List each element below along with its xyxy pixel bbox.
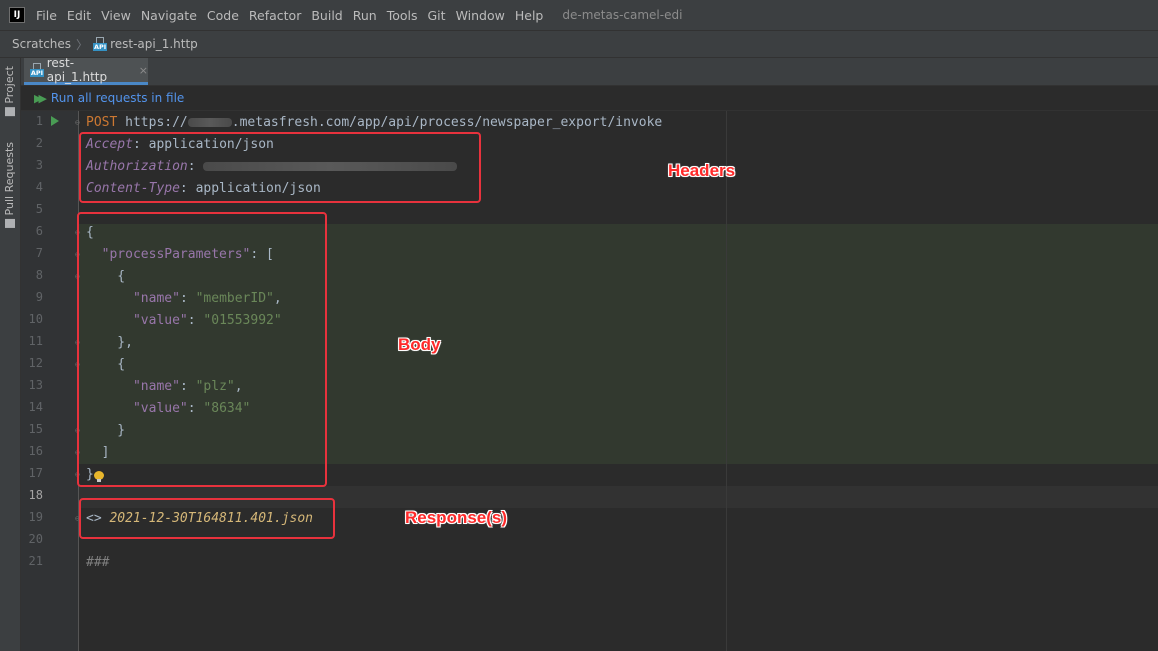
line-number: 16 bbox=[28, 444, 43, 458]
menu-git[interactable]: Git bbox=[423, 8, 451, 23]
project-tool-tab[interactable]: Project bbox=[3, 66, 16, 122]
close-icon[interactable]: × bbox=[139, 64, 148, 77]
blurred-host bbox=[187, 118, 232, 127]
line-number: 13 bbox=[28, 378, 43, 392]
menu-run[interactable]: Run bbox=[348, 8, 382, 23]
headers-annotation-label: Headers bbox=[668, 161, 736, 180]
breadcrumb: Scratches 〉 API rest-api_1.http bbox=[0, 30, 1158, 58]
folder-icon bbox=[5, 107, 15, 117]
line-number: 17 bbox=[28, 466, 43, 480]
request-line[interactable]: POST https:// .metasfresh.com/app/api/pro… bbox=[86, 112, 662, 134]
http-api-file-icon: API bbox=[93, 37, 108, 51]
http-client-toolbar: ▶▶ Run all requests in file bbox=[21, 86, 1158, 111]
tab-label: rest-api_1.http bbox=[46, 56, 108, 84]
line-number: 20 bbox=[28, 532, 43, 546]
intellij-logo-icon[interactable]: IJ bbox=[9, 7, 25, 23]
line-number: 2 bbox=[35, 136, 43, 150]
line-number: 1 bbox=[35, 114, 43, 128]
line-number: 14 bbox=[28, 400, 43, 414]
tab-rest-api-1[interactable]: API rest-api_1.http × bbox=[24, 56, 148, 85]
line-number: 9 bbox=[35, 290, 43, 304]
project-name: de-metas-camel-edi bbox=[562, 8, 683, 22]
line-number: 15 bbox=[28, 422, 43, 436]
responses-annotation-label: Response(s) bbox=[405, 508, 508, 527]
line-number: 12 bbox=[28, 356, 43, 370]
url-prefix: https:// bbox=[125, 115, 188, 130]
run-all-icon[interactable]: ▶▶ bbox=[34, 92, 47, 105]
line-number: 18 bbox=[28, 488, 43, 502]
body-annotation-label: Body bbox=[398, 335, 441, 354]
right-margin-guide bbox=[726, 111, 727, 651]
menu-tools[interactable]: Tools bbox=[382, 8, 423, 23]
menu-window[interactable]: Window bbox=[451, 8, 510, 23]
pull-requests-tool-label: Pull Requests bbox=[3, 142, 16, 216]
run-request-icon[interactable] bbox=[51, 116, 59, 126]
line-number: 8 bbox=[35, 268, 43, 282]
http-api-file-icon: API bbox=[30, 63, 44, 77]
menu-help[interactable]: Help bbox=[510, 8, 549, 23]
http-method: POST bbox=[86, 115, 118, 130]
code-editor[interactable]: 1 2 3 4 5 6 7 8 9 10 11 12 13 14 15 16 1… bbox=[21, 111, 1158, 651]
line-number: 19 bbox=[28, 510, 43, 524]
pull-request-icon bbox=[5, 218, 15, 228]
left-tool-strip: Project Pull Requests bbox=[0, 58, 21, 651]
breadcrumb-file[interactable]: rest-api_1.http bbox=[110, 37, 198, 51]
line-number: 5 bbox=[35, 202, 43, 216]
fold-icon[interactable]: ⊖ bbox=[75, 119, 83, 128]
headers-annotation-box bbox=[79, 132, 481, 203]
line-number: 7 bbox=[35, 246, 43, 260]
menu-file[interactable]: File bbox=[31, 8, 62, 23]
responses-annotation-box bbox=[79, 498, 335, 539]
line-number: 4 bbox=[35, 180, 43, 194]
pull-requests-tool-tab[interactable]: Pull Requests bbox=[3, 142, 16, 234]
line-number: 10 bbox=[28, 312, 43, 326]
line-number: 11 bbox=[28, 334, 43, 348]
editor-tab-bar: API rest-api_1.http × bbox=[21, 56, 1158, 86]
menu-code[interactable]: Code bbox=[202, 8, 244, 23]
menu-bar: IJ File Edit View Navigate Code Refactor… bbox=[0, 0, 1158, 30]
project-tool-label: Project bbox=[3, 66, 16, 104]
menu-edit[interactable]: Edit bbox=[62, 8, 96, 23]
menu-build[interactable]: Build bbox=[306, 8, 347, 23]
menu-view[interactable]: View bbox=[96, 8, 136, 23]
menu-refactor[interactable]: Refactor bbox=[244, 8, 306, 23]
menu-navigate[interactable]: Navigate bbox=[136, 8, 202, 23]
line-number: 21 bbox=[28, 554, 43, 568]
line-number: 6 bbox=[35, 224, 43, 238]
breadcrumb-separator-icon: 〉 bbox=[76, 37, 89, 52]
run-all-requests-link[interactable]: Run all requests in file bbox=[51, 91, 184, 105]
breadcrumb-scratches[interactable]: Scratches bbox=[12, 37, 71, 51]
body-annotation-box bbox=[77, 212, 327, 487]
line-number: 3 bbox=[35, 158, 43, 172]
request-separator: ### bbox=[86, 555, 110, 570]
url-suffix: .metasfresh.com/app/api/process/newspape… bbox=[231, 115, 663, 130]
